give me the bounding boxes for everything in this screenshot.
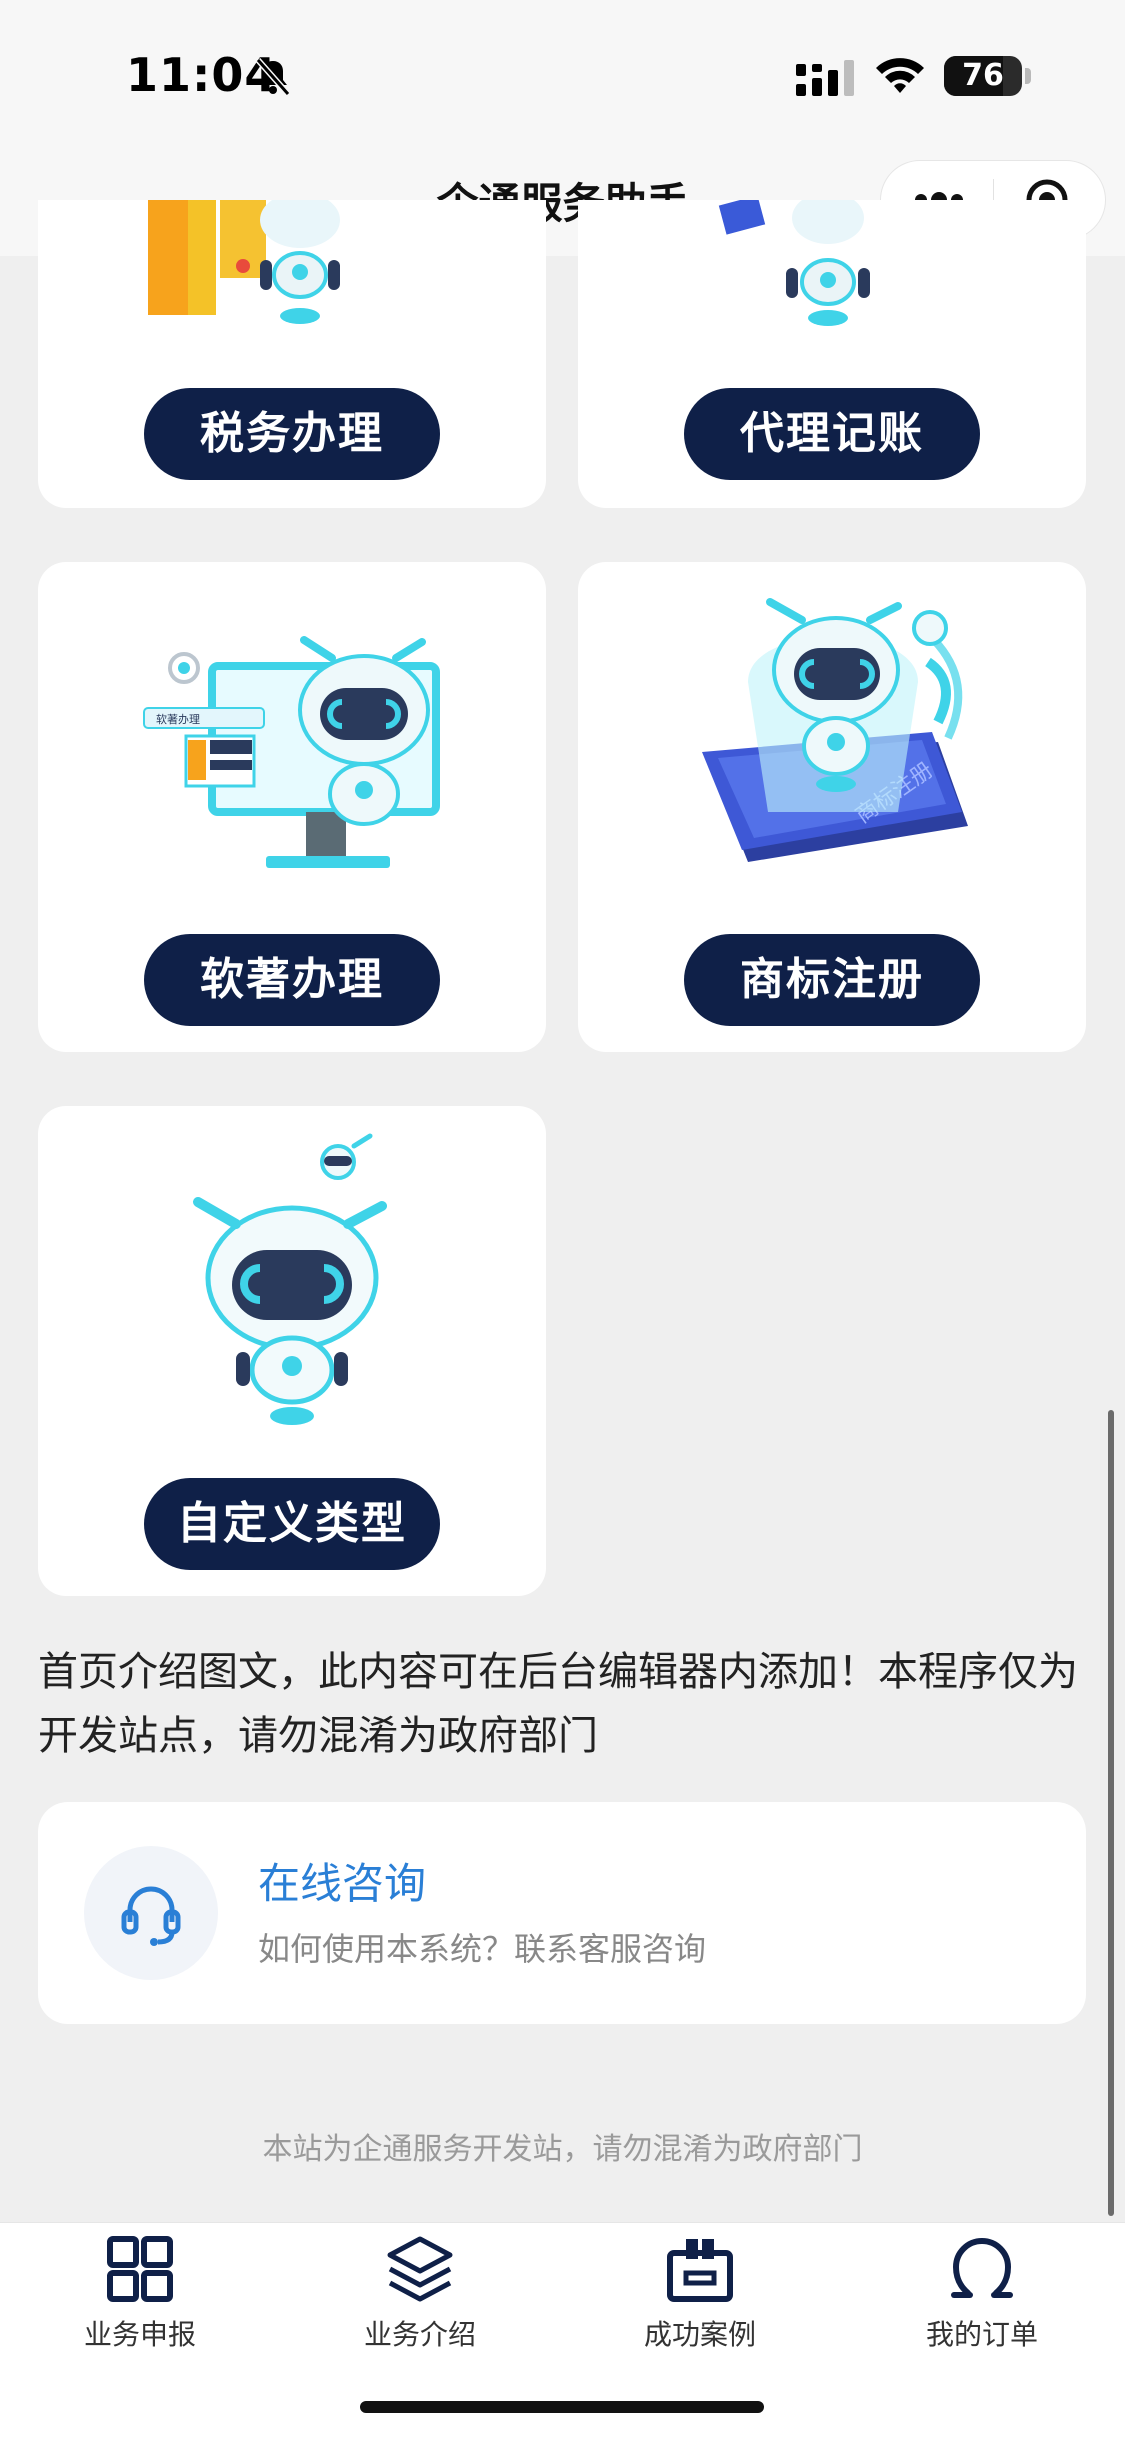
tab-my-orders[interactable]: 我的订单	[882, 2233, 1082, 2363]
tab-label: 业务申报	[83, 2318, 196, 2351]
custom-type-button[interactable]: 自定义类型	[144, 1478, 440, 1570]
headset-icon	[121, 1886, 181, 1946]
home-indicator	[360, 2401, 764, 2413]
person-icon	[951, 2238, 1013, 2298]
tab-label: 我的订单	[925, 2318, 1038, 2351]
service-card-bookkeeping[interactable]: 代理记账	[578, 200, 1086, 508]
bookkeeping-robot-illustration	[718, 200, 870, 326]
tab-success-cases[interactable]: 成功案例	[600, 2233, 800, 2363]
consult-title[interactable]: 在线咨询	[258, 1850, 426, 1911]
online-consult-card[interactable]: 在线咨询 如何使用本系统？联系客服咨询	[38, 1802, 1086, 2024]
search-box-text: 软著办理	[156, 712, 200, 726]
bookkeeping-service-button[interactable]: 代理记账	[684, 388, 980, 480]
service-card-trademark[interactable]: 商标注册 商标注册	[578, 562, 1086, 1052]
box-icon	[667, 2239, 733, 2302]
tab-business-declaration[interactable]: 业务申报	[40, 2233, 240, 2363]
software-copyright-robot-illustration: 软著办理	[143, 636, 440, 868]
tax-service-button[interactable]: 税务办理	[144, 388, 440, 480]
cellular-signal-icon	[796, 60, 854, 96]
scrollbar[interactable]	[1108, 1410, 1114, 2216]
layers-icon	[387, 2236, 453, 2302]
tax-robot-illustration	[148, 200, 340, 324]
software-copyright-button[interactable]: 软著办理	[144, 934, 440, 1026]
service-card-software-copyright[interactable]: 软著办理 软著办理	[38, 562, 546, 1052]
bell-muted-icon	[255, 58, 291, 96]
wifi-icon	[876, 58, 924, 93]
battery-tip	[1025, 68, 1031, 84]
grid-icon	[107, 2236, 173, 2302]
tab-label: 业务介绍	[363, 2318, 476, 2351]
tab-label: 成功案例	[643, 2318, 756, 2351]
custom-type-robot-illustration	[193, 1133, 387, 1425]
service-card-tax[interactable]: 税务办理	[38, 200, 546, 508]
battery-percent: 76	[962, 58, 1004, 93]
consult-subtitle: 如何使用本系统？联系客服咨询	[258, 1930, 707, 1968]
footer-disclaimer: 本站为企通服务开发站，请勿混淆为政府部门	[262, 2132, 863, 2167]
battery-indicator: 76	[944, 56, 1022, 96]
intro-text: 首页介绍图文，此内容可在后台编辑器内添加！本程序仅为开发站点，请勿混淆为政府部门	[38, 1649, 1078, 1759]
trademark-button[interactable]: 商标注册	[684, 934, 980, 1026]
status-bar: 11:04 76	[0, 0, 1125, 150]
service-card-custom[interactable]: 自定义类型	[38, 1106, 546, 1596]
consult-icon-background	[84, 1846, 218, 1980]
tab-business-intro[interactable]: 业务介绍	[320, 2233, 520, 2363]
trademark-robot-illustration: 商标注册	[702, 598, 968, 862]
